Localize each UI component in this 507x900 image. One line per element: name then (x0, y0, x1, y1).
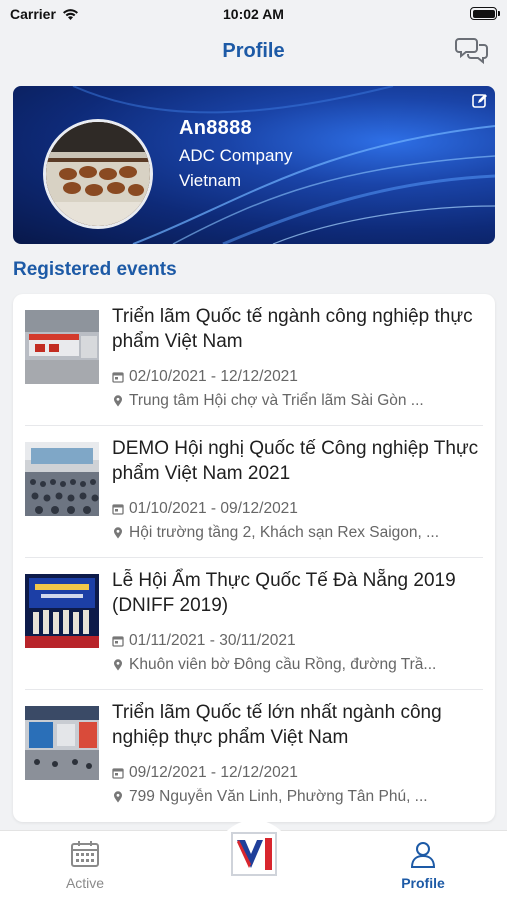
event-title: Triển lãm Quốc tế ngành công nghiệp thực… (112, 306, 473, 352)
tab-active-label: Active (65, 875, 105, 891)
profile-company: ADC Company (179, 146, 293, 165)
status-bar: Carrier 10:02 AM (0, 0, 507, 30)
event-date-text: 09/12/2021 - 12/12/2021 (129, 764, 298, 781)
section-title: Registered events (13, 259, 177, 280)
edit-profile-button[interactable] (471, 92, 489, 110)
event-location-text: Khuôn viên bờ Đông cầu Rồng, đường Trầ..… (129, 656, 437, 673)
edit-icon (472, 94, 487, 108)
tab-active[interactable]: Active (25, 839, 145, 891)
location-pin-icon (114, 395, 122, 407)
event-date: 01/11/2021 - 30/11/2021 (112, 632, 296, 650)
event-title: DEMO Hội nghị Quốc tế Công nghiệp Thực p… (112, 438, 479, 484)
clock: 10:02 AM (223, 6, 284, 22)
events-list: Triển lãm Quốc tế ngành công nghiệp thực… (13, 294, 495, 822)
profile-name: An8888 (179, 117, 252, 139)
person-icon (410, 842, 436, 868)
battery-icon (470, 7, 500, 20)
tab-profile-label: Profile (401, 875, 445, 891)
event-date: 02/10/2021 - 12/12/2021 (112, 368, 298, 386)
event-title: Triển lãm Quốc tế lớn nhất ngành công ng… (112, 702, 442, 748)
event-item[interactable]: Triển lãm Quốc tế lớn nhất ngành công ng… (13, 690, 495, 822)
tab-profile[interactable]: Profile (363, 839, 483, 891)
avatar[interactable] (43, 119, 153, 229)
event-location-text: 799 Nguyễn Văn Linh, Phường Tân Phú, ... (129, 788, 428, 805)
calendar-icon (112, 372, 124, 383)
page-title: Profile (222, 40, 285, 62)
event-location: Trung tâm Hội chợ và Triển lãm Sài Gòn .… (112, 392, 484, 410)
event-location-text: Hội trường tầng 2, Khách sạn Rex Saigon,… (129, 524, 440, 541)
event-date: 01/10/2021 - 09/12/2021 (112, 500, 298, 518)
calendar-icon (112, 636, 124, 647)
event-item[interactable]: DEMO Hội nghị Quốc tế Công nghiệp Thực p… (13, 426, 495, 558)
location-pin-icon (114, 791, 122, 803)
event-date-text: 01/11/2021 - 30/11/2021 (129, 632, 296, 649)
chat-button[interactable] (455, 36, 489, 66)
chat-bubbles-icon (455, 38, 488, 65)
event-location: 799 Nguyễn Văn Linh, Phường Tân Phú, ... (112, 788, 484, 806)
location-pin-icon (114, 659, 122, 671)
event-thumbnail (25, 706, 99, 780)
event-date-text: 02/10/2021 - 12/12/2021 (129, 368, 298, 385)
event-item[interactable]: Lễ Hội Ẩm Thực Quốc Tế Đà Nẵng 2019 (DNI… (13, 558, 495, 690)
calendar-icon (112, 768, 124, 779)
avatar-photo (46, 122, 150, 226)
event-date-text: 01/10/2021 - 09/12/2021 (129, 500, 298, 517)
event-title: Lễ Hội Ẩm Thực Quốc Tế Đà Nẵng 2019 (DNI… (112, 570, 456, 616)
event-location: Hội trường tầng 2, Khách sạn Rex Saigon,… (112, 524, 484, 542)
calendar-icon (71, 841, 99, 867)
event-thumbnail (25, 574, 99, 648)
profile-card: An8888 ADC Company Vietnam (13, 86, 495, 244)
event-thumbnail (25, 310, 99, 384)
event-location: Khuôn viên bờ Đông cầu Rồng, đường Trầ..… (112, 656, 484, 674)
event-item[interactable]: Triển lãm Quốc tế ngành công nghiệp thực… (13, 294, 495, 426)
vietrade-logo (231, 832, 277, 876)
location-pin-icon (114, 527, 122, 539)
calendar-icon (112, 504, 124, 515)
event-thumbnail (25, 442, 99, 516)
event-date: 09/12/2021 - 12/12/2021 (112, 764, 298, 782)
home-logo-button[interactable] (215, 820, 293, 880)
event-location-text: Trung tâm Hội chợ và Triển lãm Sài Gòn .… (129, 392, 424, 409)
profile-country: Vietnam (179, 171, 242, 190)
